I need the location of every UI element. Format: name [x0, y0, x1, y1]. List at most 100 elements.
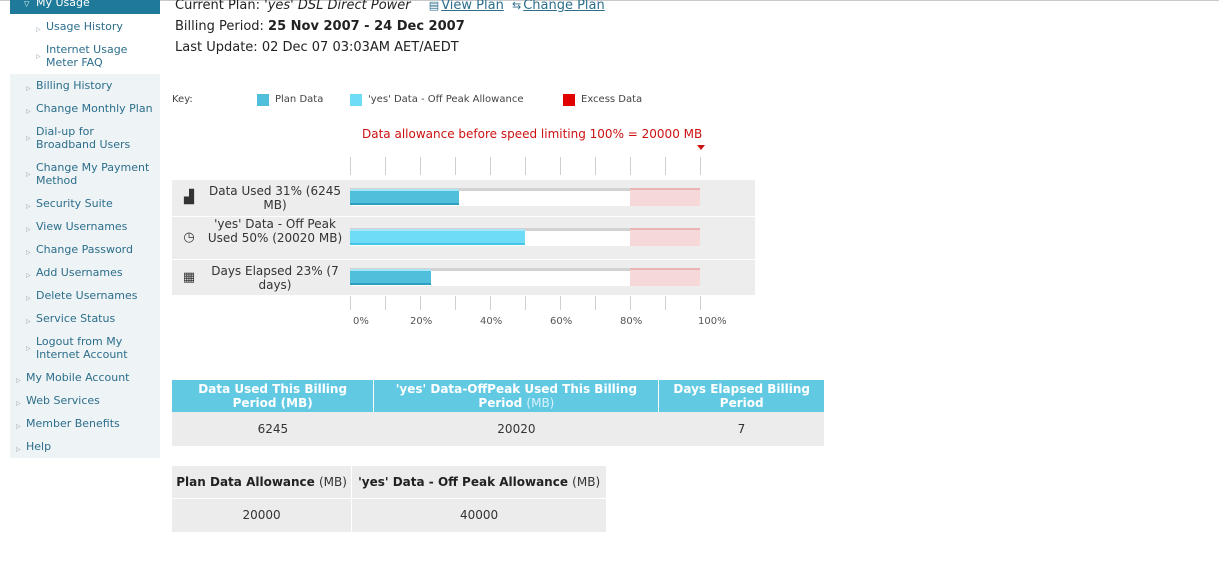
chevron-down-icon: ▽	[24, 0, 30, 8]
chart-gridline	[490, 296, 491, 310]
sidebar-item-help[interactable]: ▷ Help	[16, 440, 158, 453]
chart-tick-label: 100%	[698, 316, 727, 327]
chart-bar	[350, 269, 431, 285]
chart-tick-label: 40%	[480, 316, 503, 327]
sidebar-item-web-services[interactable]: ▷ Web Services	[16, 394, 158, 407]
chart-tick-label: 80%	[620, 316, 643, 327]
chart-gridline	[595, 296, 596, 310]
chart-gridline	[560, 296, 561, 310]
chart-gridline	[630, 157, 631, 175]
chevron-right-icon: ▷	[26, 318, 31, 325]
chart-bar	[350, 189, 459, 205]
chart-gridline	[665, 296, 666, 310]
chevron-right-icon: ▷	[26, 85, 31, 92]
chart-gridline	[525, 296, 526, 310]
sidebar-item-payment-method[interactable]: ▷ Change My Payment Method	[26, 161, 160, 187]
chart-excess-zone	[630, 228, 700, 246]
usage-table-header-offpeak: 'yes' Data-OffPeak Used This Billing Per…	[373, 380, 660, 412]
legend-swatch-plan-data	[257, 94, 269, 106]
allowance-table: Plan Data Allowance (MB) 'yes' Data - Of…	[172, 466, 606, 532]
chevron-right-icon: ▷	[26, 203, 31, 210]
chart-excess-zone	[630, 268, 700, 286]
sidebar-item-mobile-account[interactable]: ▷ My Mobile Account	[16, 371, 158, 384]
chevron-right-icon: ▷	[36, 26, 41, 33]
chart-gridline	[630, 296, 631, 310]
allowance-note: Data allowance before speed limiting 100…	[362, 127, 703, 141]
chart-gridline	[490, 157, 491, 175]
sidebar: ▽ My Usage ▷ Usage History ▷ Internet Us…	[10, 0, 160, 458]
legend-label-offpeak: 'yes' Data - Off Peak Allowance	[368, 94, 524, 105]
sidebar-item-service-status[interactable]: ▷ Service Status	[26, 312, 158, 325]
sidebar-item-add-usernames[interactable]: ▷ Add Usernames	[26, 266, 158, 279]
view-plan-link[interactable]: View Plan	[441, 0, 504, 13]
chart-tick-label: 20%	[410, 316, 433, 327]
sidebar-item-usage-meter-faq[interactable]: ▷ Internet Usage Meter FAQ	[36, 43, 146, 69]
chart-gridline	[385, 157, 386, 175]
sidebar-item-usage-history[interactable]: ▷ Usage History	[36, 20, 156, 33]
chevron-right-icon: ▷	[26, 272, 31, 279]
swap-arrows-icon: ⇆	[511, 0, 522, 12]
sidebar-item-view-usernames[interactable]: ▷ View Usernames	[26, 220, 158, 233]
usage-table-header-days: Days Elapsed Billing Period	[658, 380, 824, 412]
legend-label-plan-data: Plan Data	[275, 94, 324, 105]
chevron-right-icon: ▷	[16, 377, 21, 384]
chart-tick-label: 60%	[550, 316, 573, 327]
chart-gridline	[595, 157, 596, 175]
chart-gridline	[455, 157, 456, 175]
usage-table-header-data-used: Data Used This Billing Period (MB)	[172, 380, 375, 412]
chevron-right-icon: ▷	[36, 53, 41, 60]
legend-swatch-offpeak	[350, 94, 362, 106]
sidebar-item-dialup[interactable]: ▷ Dial-up for Broadband Users	[26, 125, 146, 151]
chevron-right-icon: ▷	[26, 345, 31, 352]
chevron-right-icon: ▷	[26, 135, 31, 142]
sidebar-item-logout[interactable]: ▷ Logout from My Internet Account	[26, 335, 146, 361]
sidebar-item-security-suite[interactable]: ▷ Security Suite	[26, 197, 158, 210]
sidebar-item-member-benefits[interactable]: ▷ Member Benefits	[16, 417, 158, 430]
chart-gridline	[350, 296, 351, 310]
change-plan-link[interactable]: Change Plan	[523, 0, 605, 13]
chevron-right-icon: ▷	[16, 423, 21, 430]
chart-gridline	[700, 157, 701, 175]
chart-gridline	[455, 296, 456, 310]
chart-gridline	[700, 296, 701, 310]
last-update-row: Last Update: 02 Dec 07 03:03AM AET/AEDT	[175, 40, 459, 55]
clock-icon: ◷	[183, 230, 195, 245]
chart-category-label: Days Elapsed 23% (7 days)	[211, 263, 339, 292]
allowance-table-cell: 40000	[351, 498, 606, 532]
chart-gridline	[560, 157, 561, 175]
sidebar-item-my-usage[interactable]: ▽ My Usage	[10, 0, 160, 14]
chart-gridline	[420, 157, 421, 175]
sidebar-item-delete-usernames[interactable]: ▷ Delete Usernames	[26, 289, 158, 302]
current-plan-row: Current Plan: 'yes' DSL Direct Power ▤ Vi…	[175, 0, 605, 13]
allowance-table-cell: 20000	[172, 498, 353, 532]
signal-bars-icon: ▟	[184, 190, 194, 205]
legend-swatch-excess	[563, 94, 575, 106]
chart-gridline	[350, 157, 351, 175]
allowance-table-header-plan: Plan Data Allowance (MB)	[172, 466, 353, 498]
billing-period-row: Billing Period: 25 Nov 2007 - 24 Dec 200…	[175, 19, 465, 34]
sidebar-item-billing-history[interactable]: ▷ Billing History	[26, 79, 158, 92]
sidebar-item-change-password[interactable]: ▷ Change Password	[26, 243, 158, 256]
calendar-icon: ▦	[182, 269, 196, 285]
chevron-right-icon: ▷	[26, 226, 31, 233]
billing-period-value: 25 Nov 2007 - 24 Dec 2007	[268, 19, 465, 34]
chart-tick-label: 0%	[353, 316, 369, 327]
chevron-right-icon: ▷	[26, 171, 31, 178]
chart-gridline	[525, 157, 526, 175]
chevron-right-icon: ▷	[26, 108, 31, 115]
allowance-table-header-offpeak: 'yes' Data - Off Peak Allowance (MB)	[351, 466, 606, 498]
key-label: Key:	[172, 94, 193, 105]
sidebar-item-change-monthly-plan[interactable]: ▷ Change Monthly Plan	[26, 102, 160, 115]
chevron-right-icon: ▷	[16, 446, 21, 453]
chevron-right-icon: ▷	[26, 295, 31, 302]
chevron-right-icon: ▷	[26, 249, 31, 256]
chevron-right-icon: ▷	[16, 400, 21, 407]
usage-table: Data Used This Billing Period (MB) 'yes'…	[172, 380, 824, 446]
chart-category-label: 'yes' Data - Off Peak Used 50% (20020 MB…	[207, 217, 343, 245]
document-icon: ▤	[428, 0, 440, 12]
chart-bar	[350, 229, 525, 245]
legend-label-excess: Excess Data	[581, 94, 643, 105]
current-plan-value: 'yes' DSL Direct Power	[264, 0, 411, 13]
limit-marker-icon	[697, 145, 705, 150]
chart-gridline	[385, 296, 386, 310]
